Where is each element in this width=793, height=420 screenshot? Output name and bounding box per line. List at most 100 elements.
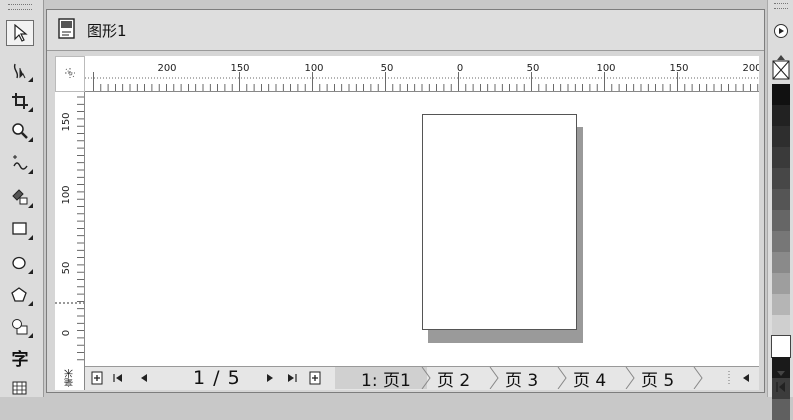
page-tab-1[interactable]: 1: 页1 bbox=[335, 367, 427, 391]
color-swatch[interactable] bbox=[772, 147, 790, 168]
vruler-label: 50 bbox=[61, 262, 72, 275]
page-navigation-bar: 1 / 5 1: 页1 页 2 页 3 页 4 页 5 bbox=[85, 366, 759, 391]
drawing-page[interactable] bbox=[422, 114, 577, 330]
color-swatch[interactable] bbox=[772, 126, 790, 147]
last-page-button[interactable] bbox=[285, 367, 299, 389]
color-swatch[interactable] bbox=[772, 168, 790, 189]
rectangle-icon bbox=[12, 222, 27, 235]
document-titlebar[interactable]: 图形1 bbox=[47, 10, 764, 51]
crop-icon bbox=[12, 93, 28, 109]
shape-edit-icon bbox=[13, 63, 26, 79]
document-icon bbox=[58, 18, 75, 39]
color-swatch[interactable] bbox=[772, 252, 790, 273]
page-tab-label: 页 5 bbox=[641, 370, 675, 391]
tab-separator bbox=[489, 367, 499, 389]
toolbox: 字 bbox=[0, 0, 44, 397]
basic-shapes-icon bbox=[12, 319, 28, 335]
toolbox-grip[interactable] bbox=[8, 4, 32, 10]
tab-separator bbox=[693, 367, 703, 389]
add-page-icon bbox=[91, 371, 103, 385]
tab-separator bbox=[625, 367, 635, 389]
color-swatch[interactable] bbox=[772, 273, 790, 294]
first-page-icon bbox=[113, 374, 122, 382]
horizontal-ruler[interactable]: 200 150 100 50 0 50 100 150 200 bbox=[85, 56, 759, 92]
tab-separator bbox=[421, 367, 431, 389]
text-tool-button[interactable]: 字 bbox=[6, 344, 34, 370]
table-tool-button[interactable] bbox=[6, 374, 34, 400]
vruler-label: 150 bbox=[61, 112, 72, 131]
first-page-button[interactable] bbox=[111, 367, 125, 389]
pick-tool-button[interactable] bbox=[6, 20, 34, 46]
color-swatch[interactable] bbox=[772, 399, 790, 420]
page-tab-3[interactable]: 页 3 bbox=[505, 367, 560, 391]
no-color-x-icon bbox=[772, 60, 790, 80]
table-icon bbox=[12, 381, 27, 395]
color-swatch[interactable] bbox=[771, 335, 791, 358]
scroll-end-icon bbox=[776, 382, 785, 392]
previous-page-button[interactable] bbox=[137, 367, 151, 389]
ruler-unit-label: 毫米 bbox=[65, 369, 75, 387]
page-counter: 1 / 5 bbox=[193, 367, 241, 389]
palette-scroll-up-button[interactable] bbox=[775, 46, 787, 60]
polygon-tool-button[interactable] bbox=[6, 282, 34, 308]
ruler-origin-icon bbox=[65, 68, 75, 78]
color-swatch[interactable] bbox=[772, 105, 790, 126]
next-page-icon bbox=[267, 374, 273, 382]
text-icon: 字 bbox=[11, 349, 29, 370]
last-page-icon bbox=[288, 374, 297, 382]
freehand-curve-icon bbox=[13, 155, 28, 170]
page-tab-label: 1: 页1 bbox=[361, 370, 411, 391]
rectangle-tool-button[interactable] bbox=[6, 216, 34, 242]
vertical-ruler[interactable]: 150 100 50 0 bbox=[55, 92, 85, 366]
document-window: 图形1 200 150 100 50 0 50 100 150 200 150 … bbox=[46, 9, 765, 393]
hruler-label: 50 bbox=[527, 63, 540, 74]
basic-shapes-tool-button[interactable] bbox=[6, 314, 34, 340]
hruler-label: 200 bbox=[157, 63, 176, 74]
vruler-label: 0 bbox=[61, 330, 72, 336]
page-tab-label: 页 4 bbox=[573, 370, 607, 391]
palette-scroll-end-button[interactable] bbox=[775, 378, 787, 392]
no-fill-swatch[interactable] bbox=[772, 60, 790, 80]
magnifier-icon bbox=[12, 123, 28, 139]
flyout-arrow-icon bbox=[774, 24, 788, 38]
ellipse-tool-button[interactable] bbox=[6, 250, 34, 276]
tab-separator bbox=[557, 367, 567, 389]
hruler-label: 150 bbox=[669, 63, 688, 74]
hruler-label: 100 bbox=[596, 63, 615, 74]
vruler-label: 100 bbox=[61, 185, 72, 204]
crop-tool-button[interactable] bbox=[6, 88, 34, 114]
add-page-icon bbox=[309, 371, 321, 385]
palette-scroll-down-button[interactable] bbox=[775, 363, 787, 376]
document-title: 图形1 bbox=[87, 22, 127, 40]
insert-page-before-button[interactable] bbox=[89, 367, 105, 389]
page-tab-4[interactable]: 页 4 bbox=[573, 367, 628, 391]
zoom-tool-button[interactable] bbox=[6, 118, 34, 144]
freehand-tool-button[interactable] bbox=[6, 150, 34, 176]
shape-tool-button[interactable] bbox=[6, 58, 34, 84]
color-swatch[interactable] bbox=[772, 210, 790, 231]
palette-flyout-button[interactable] bbox=[773, 23, 789, 39]
color-swatch[interactable] bbox=[772, 294, 790, 315]
splitter-grip[interactable] bbox=[725, 367, 733, 389]
scroll-left-icon bbox=[743, 374, 749, 382]
page-tab-2[interactable]: 页 2 bbox=[437, 367, 492, 391]
color-swatch[interactable] bbox=[772, 84, 790, 105]
color-swatch[interactable] bbox=[772, 189, 790, 210]
page-tab-label: 页 2 bbox=[437, 370, 471, 391]
smart-fill-icon bbox=[12, 189, 28, 205]
scroll-down-icon bbox=[777, 371, 785, 376]
page-tab-5[interactable]: 页 5 bbox=[641, 367, 696, 391]
next-page-button[interactable] bbox=[263, 367, 277, 389]
smart-fill-tool-button[interactable] bbox=[6, 184, 34, 210]
arrow-pointer-icon bbox=[14, 24, 28, 42]
grip-dots-icon bbox=[728, 371, 730, 385]
scroll-left-button[interactable] bbox=[739, 367, 753, 389]
color-swatch[interactable] bbox=[772, 231, 790, 252]
insert-page-after-button[interactable] bbox=[307, 367, 323, 389]
previous-page-icon bbox=[141, 374, 147, 382]
color-swatch[interactable] bbox=[772, 315, 790, 336]
palette-grip[interactable] bbox=[774, 3, 788, 9]
ruler-origin-corner[interactable] bbox=[55, 56, 85, 92]
hruler-label: 0 bbox=[457, 63, 463, 74]
hruler-label: 100 bbox=[304, 63, 323, 74]
